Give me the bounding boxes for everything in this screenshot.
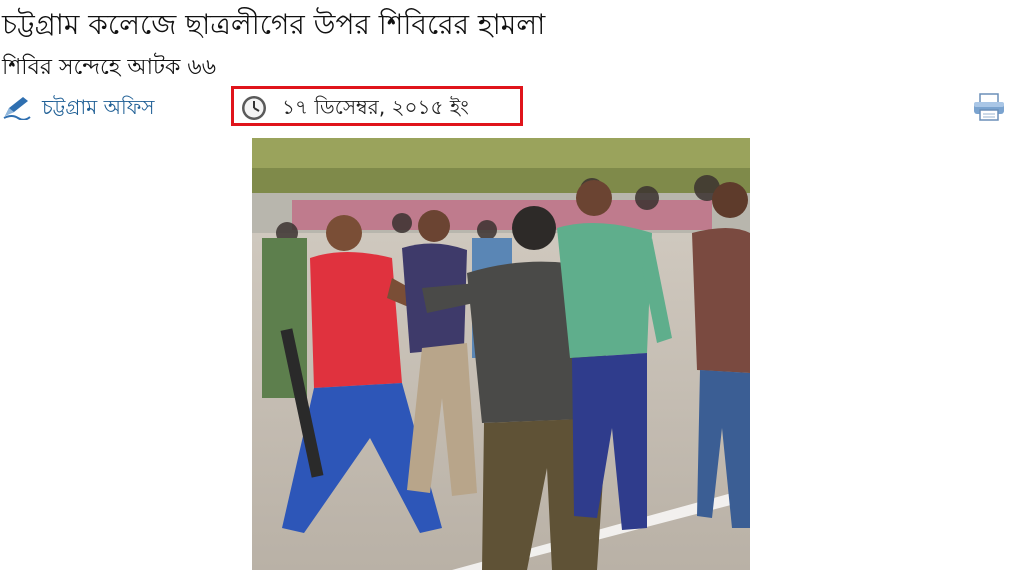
article-headline: চট্টগ্রাম কলেজে ছাত্রলীগের উপর শিবিরের হ… bbox=[2, 8, 546, 41]
pen-icon bbox=[3, 97, 31, 120]
article-photo bbox=[252, 138, 750, 570]
article-meta: চট্টগ্রাম অফিস ১৭ ডিসেম্বর, ২০১৫ ইং bbox=[0, 86, 1016, 132]
publish-date: ১৭ ডিসেম্বর, ২০১৫ ইং bbox=[282, 95, 469, 119]
printer-icon[interactable] bbox=[972, 92, 1006, 122]
author-name: চট্টগ্রাম অফিস bbox=[42, 95, 155, 119]
article-subheadline: শিবির সন্দেহে আটক ৬৬ bbox=[2, 55, 217, 80]
clock-icon bbox=[242, 96, 266, 120]
author-link[interactable]: চট্টগ্রাম অফিস bbox=[42, 93, 155, 121]
date-highlight-box: ১৭ ডিসেম্বর, ২০১৫ ইং bbox=[231, 86, 523, 126]
